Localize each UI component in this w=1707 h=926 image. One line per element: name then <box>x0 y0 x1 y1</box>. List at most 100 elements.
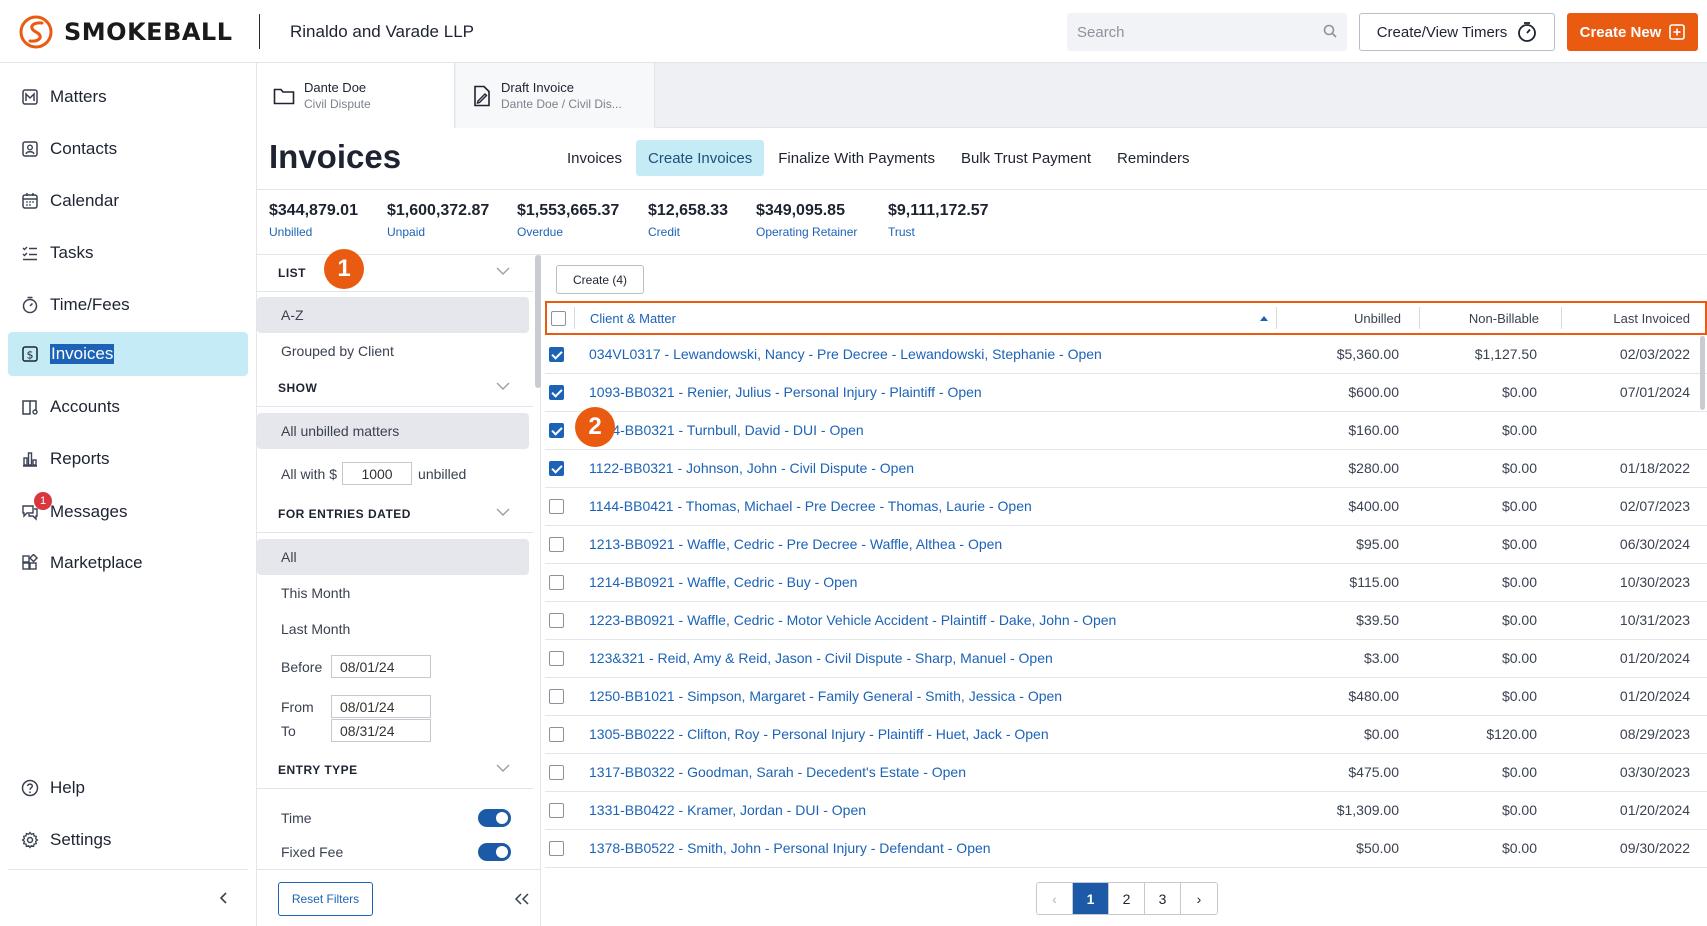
tab-invoices[interactable]: Invoices <box>555 140 634 176</box>
matter-link[interactable]: 1317-BB0322 - Goodman, Sarah - Decedent'… <box>589 764 966 780</box>
stat-overdue[interactable]: $1,553,665.37 Overdue <box>517 202 619 239</box>
matter-tab-dante-doe[interactable]: Dante Doe Civil Dispute <box>257 63 455 128</box>
row-checkbox[interactable] <box>549 499 564 514</box>
tab-reminders[interactable]: Reminders <box>1105 140 1202 176</box>
stat-label[interactable]: Trust <box>888 225 989 239</box>
table-row[interactable]: 1378-BB0522 - Smith, John - Personal Inj… <box>545 830 1707 868</box>
dated-option-this-month[interactable]: This Month <box>257 575 529 611</box>
stat-label[interactable]: Credit <box>648 225 728 239</box>
table-row[interactable]: 1144-BB0421 - Thomas, Michael - Pre Decr… <box>545 488 1707 526</box>
row-checkbox[interactable] <box>549 537 564 552</box>
row-checkbox[interactable] <box>549 423 564 438</box>
stat-credit[interactable]: $12,658.33 Credit <box>648 202 728 239</box>
search-box[interactable] <box>1067 13 1347 51</box>
table-row[interactable]: 1223-BB0921 - Waffle, Cedric - Motor Veh… <box>545 602 1707 640</box>
row-checkbox[interactable] <box>549 841 564 856</box>
create-invoices-button[interactable]: Create (4) <box>556 265 644 294</box>
matter-link[interactable]: 1378-BB0522 - Smith, John - Personal Inj… <box>589 840 991 856</box>
page-1-button[interactable]: 1 <box>1073 883 1109 914</box>
table-row[interactable]: 1250-BB1021 - Simpson, Margaret - Family… <box>545 678 1707 716</box>
nav-item-marketplace[interactable]: Marketplace <box>8 541 248 585</box>
table-row[interactable]: 123&321 - Reid, Amy & Reid, Jason - Civi… <box>545 640 1707 678</box>
matter-link[interactable]: 1223-BB0921 - Waffle, Cedric - Motor Veh… <box>589 612 1116 628</box>
dated-option-all[interactable]: All <box>257 539 529 575</box>
matter-link[interactable]: 1305-BB0222 - Clifton, Roy - Personal In… <box>589 726 1049 742</box>
show-option-all-with-amount[interactable]: All with $ 1000 unbilled <box>281 462 466 485</box>
column-last-invoiced[interactable]: Last Invoiced <box>1561 303 1690 333</box>
matter-link[interactable]: 1144-BB0421 - Thomas, Michael - Pre Decr… <box>589 498 1032 514</box>
sort-asc-icon[interactable] <box>1260 303 1268 333</box>
chevron-down-icon[interactable] <box>496 507 510 517</box>
table-row[interactable]: 1317-BB0322 - Goodman, Sarah - Decedent'… <box>545 754 1707 792</box>
reset-filters-button[interactable]: Reset Filters <box>278 882 373 916</box>
stat-label[interactable]: Operating Retainer <box>756 225 857 239</box>
column-unbilled[interactable]: Unbilled <box>1276 303 1401 333</box>
list-option-a-z[interactable]: A-Z <box>257 297 529 333</box>
matter-link[interactable]: 1122-BB0321 - Johnson, John - Civil Disp… <box>589 460 914 476</box>
row-checkbox[interactable] <box>549 765 564 780</box>
create-view-timers-button[interactable]: Create/View Timers <box>1359 13 1555 51</box>
table-row[interactable]: 1213-BB0921 - Waffle, Cedric - Pre Decre… <box>545 526 1707 564</box>
matter-link[interactable]: 034VL0317 - Lewandowski, Nancy - Pre Dec… <box>589 346 1102 362</box>
nav-item-messages[interactable]: Messages 1 <box>8 490 248 534</box>
stat-operating-retainer[interactable]: $349,095.85 Operating Retainer <box>756 202 857 239</box>
matter-tab-draft-invoice[interactable]: Draft Invoice Dante Doe / Civil Dis... <box>456 63 655 128</box>
matter-link[interactable]: 1213-BB0921 - Waffle, Cedric - Pre Decre… <box>589 536 1002 552</box>
previous-page-button[interactable]: ‹ <box>1037 883 1073 914</box>
nav-item-contacts[interactable]: Contacts <box>8 127 248 171</box>
next-page-button[interactable]: › <box>1181 883 1217 914</box>
dated-range-to[interactable]: To 08/31/24 <box>281 719 431 742</box>
matter-link[interactable]: 1331-BB0422 - Kramer, Jordan - DUI - Ope… <box>589 802 866 818</box>
stat-trust[interactable]: $9,111,172.57 Trust <box>888 202 989 239</box>
nav-item-reports[interactable]: Reports <box>8 437 248 481</box>
dated-option-last-month[interactable]: Last Month <box>257 611 529 647</box>
entry-type-fixed-fee-toggle[interactable] <box>478 843 511 861</box>
before-date-input[interactable]: 08/01/24 <box>331 655 431 678</box>
nav-item-tasks[interactable]: Tasks <box>8 231 248 275</box>
tab-bulk-trust-payment[interactable]: Bulk Trust Payment <box>949 140 1103 176</box>
dated-option-from[interactable]: From 08/01/24 <box>281 695 431 718</box>
list-option-grouped-by-client[interactable]: Grouped by Client <box>257 333 529 369</box>
nav-item-accounts[interactable]: Accounts <box>8 385 248 429</box>
row-checkbox[interactable] <box>549 803 564 818</box>
nav-item-settings[interactable]: Settings <box>8 818 248 862</box>
to-date-input[interactable]: 08/31/24 <box>331 719 431 742</box>
column-client-matter[interactable]: Client & Matter <box>590 303 810 333</box>
chevron-down-icon[interactable] <box>496 381 510 391</box>
select-all-checkbox[interactable] <box>551 310 566 326</box>
row-checkbox[interactable] <box>549 727 564 742</box>
column-non-billable[interactable]: Non-Billable <box>1419 303 1539 333</box>
unbilled-amount-input[interactable]: 1000 <box>342 462 413 485</box>
nav-item-help[interactable]: Help <box>8 766 248 810</box>
stat-label[interactable]: Unbilled <box>269 225 358 239</box>
collapse-filter-button[interactable] <box>514 892 530 906</box>
filter-scrollbar[interactable] <box>535 255 541 388</box>
show-option-all-unbilled[interactable]: All unbilled matters <box>257 413 529 449</box>
row-checkbox[interactable] <box>549 461 564 476</box>
row-checkbox[interactable] <box>549 385 564 400</box>
stat-label[interactable]: Overdue <box>517 225 619 239</box>
nav-item-invoices[interactable]: $ Invoices <box>8 332 248 376</box>
matter-link[interactable]: 123&321 - Reid, Amy & Reid, Jason - Civi… <box>589 650 1053 666</box>
stat-unbilled[interactable]: $344,879.01 Unbilled <box>269 202 358 239</box>
chevron-down-icon[interactable] <box>496 763 510 773</box>
stat-label[interactable]: Unpaid <box>387 225 489 239</box>
entry-type-time-toggle[interactable] <box>478 809 511 827</box>
collapse-nav-button[interactable] <box>218 891 230 905</box>
page-3-button[interactable]: 3 <box>1145 883 1181 914</box>
table-row[interactable]: 034VL0317 - Lewandowski, Nancy - Pre Dec… <box>545 336 1707 374</box>
stat-unpaid[interactable]: $1,600,372.87 Unpaid <box>387 202 489 239</box>
table-row[interactable]: 1305-BB0222 - Clifton, Roy - Personal In… <box>545 716 1707 754</box>
search-icon[interactable] <box>1323 24 1337 38</box>
table-row[interactable]: 1094-BB0321 - Turnbull, David - DUI - Op… <box>545 412 1707 450</box>
table-row[interactable]: 1122-BB0321 - Johnson, John - Civil Disp… <box>545 450 1707 488</box>
table-scrollbar[interactable] <box>1700 336 1705 410</box>
nav-item-matters[interactable]: Matters <box>8 75 248 119</box>
smokeball-logo[interactable]: SMOKEBALL <box>18 14 233 50</box>
row-checkbox[interactable] <box>549 689 564 704</box>
tab-create-invoices[interactable]: Create Invoices <box>636 140 765 176</box>
matter-link[interactable]: 1094-BB0321 - Turnbull, David - DUI - Op… <box>589 422 864 438</box>
table-row[interactable]: 1093-BB0321 - Renier, Julius - Personal … <box>545 374 1707 412</box>
matter-link[interactable]: 1250-BB1021 - Simpson, Margaret - Family… <box>589 688 1062 704</box>
dated-option-before[interactable]: Before 08/01/24 <box>281 655 431 678</box>
